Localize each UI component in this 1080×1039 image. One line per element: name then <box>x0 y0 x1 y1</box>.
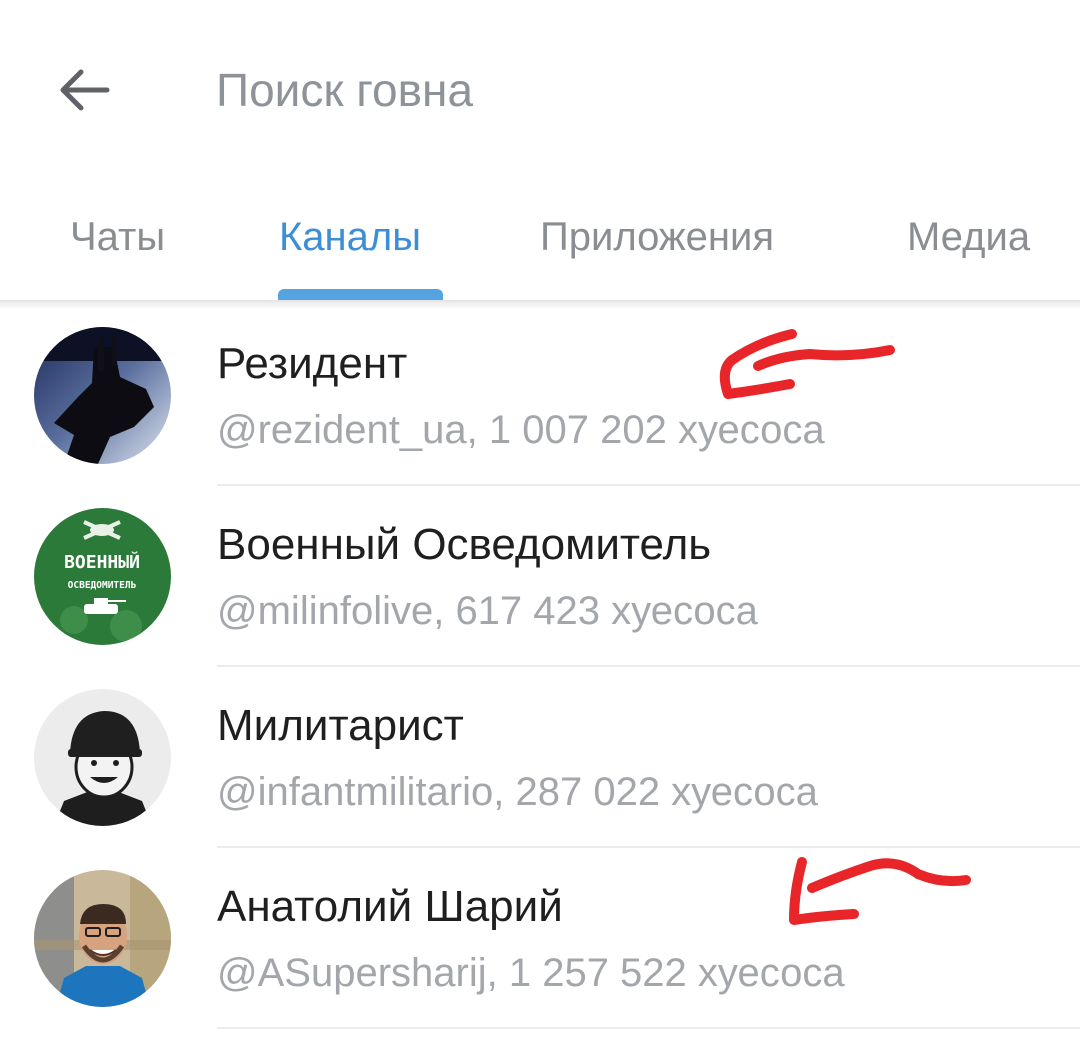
green-badge-avatar: ВОЕННЫЙ ОСВЕДОМИТЕЛЬ <box>34 508 171 645</box>
back-button[interactable] <box>52 58 116 122</box>
tab-media[interactable]: Медиа <box>907 207 1030 267</box>
search-header <box>0 0 1080 180</box>
channel-subtitle: @infantmilitario, 287 022 хуесоса <box>217 770 818 814</box>
search-input[interactable] <box>216 56 1036 124</box>
channel-row[interactable]: Милитарист @infantmilitario, 287 022 хуе… <box>0 667 1080 848</box>
tab-bar: Чаты Каналы Приложения Медиа <box>0 195 1080 301</box>
channel-row[interactable]: ВОЕННЫЙ ОСВЕДОМИТЕЛЬ Военный Осведомител… <box>0 486 1080 667</box>
arrow-left-icon <box>60 69 110 111</box>
helmet-cartoon-avatar <box>34 689 171 826</box>
channel-name: Анатолий Шарий <box>217 882 563 931</box>
avatar-text-bottom: ОСВЕДОМИТЕЛЬ <box>68 580 137 591</box>
photo-person-avatar <box>34 870 171 1007</box>
tab-apps[interactable]: Приложения <box>540 207 774 267</box>
channel-row[interactable]: Анатолий Шарий @ASupersharij, 1 257 522 … <box>0 848 1080 1029</box>
channel-list: Резидент @rezident_ua, 1 007 202 хуесоса… <box>0 305 1080 1029</box>
channel-name: Милитарист <box>217 701 464 750</box>
channel-subtitle: @rezident_ua, 1 007 202 хуесоса <box>217 408 825 452</box>
channel-name: Резидент <box>217 339 408 388</box>
channel-subtitle: @milinfolive, 617 423 хуесоса <box>217 589 758 633</box>
channel-subtitle: @ASupersharij, 1 257 522 хуесоса <box>217 951 845 995</box>
tab-chats[interactable]: Чаты <box>70 207 165 267</box>
channel-name: Военный Осведомитель <box>217 520 712 569</box>
row-divider <box>217 1027 1080 1029</box>
channel-row[interactable]: Резидент @rezident_ua, 1 007 202 хуесоса <box>0 305 1080 486</box>
tab-channels[interactable]: Каналы <box>279 207 421 267</box>
avatar-text-top: ВОЕННЫЙ <box>64 551 140 573</box>
dark-silhouette-avatar <box>34 327 171 464</box>
